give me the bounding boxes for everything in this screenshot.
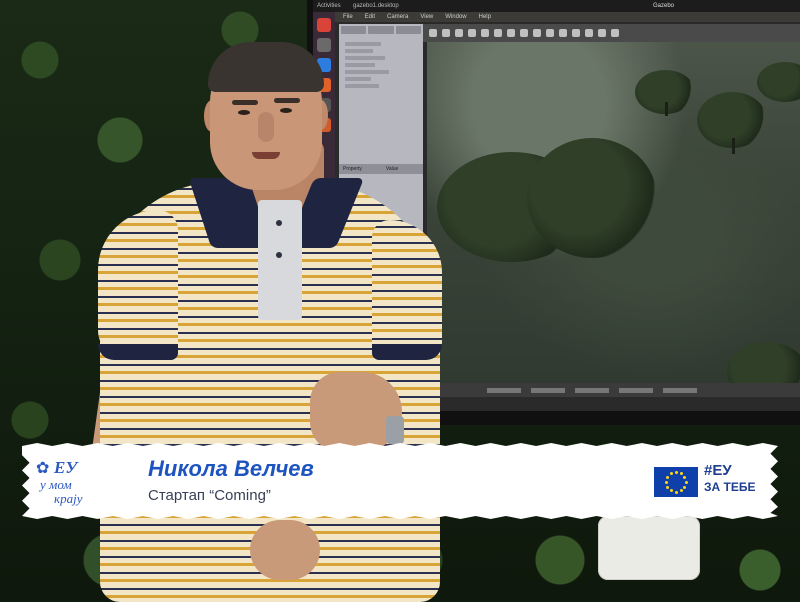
eu-star (664, 480, 668, 484)
logo-line-1: ЕУ (54, 458, 78, 477)
eu-star (674, 470, 678, 474)
flower-icon: ✿ (36, 460, 50, 477)
left-sleeve (98, 210, 178, 360)
eu-star (669, 471, 673, 475)
wristwatch (386, 416, 404, 444)
eu-star (674, 490, 678, 494)
eu-star (684, 480, 688, 484)
hashtag-line-1: #ЕУ (704, 462, 732, 479)
eu-star (679, 489, 683, 493)
nose (258, 112, 274, 142)
lower-third-banner: ✿ ЕУ у мом крају Никола Велчев Стартап “… (22, 443, 778, 519)
eyebrow (274, 98, 300, 103)
speaker-affiliation: Стартап “Coming” (148, 487, 271, 504)
eye (238, 110, 250, 115)
eu-flag-icon (654, 467, 698, 497)
shirt-placket (258, 200, 302, 320)
mouth (252, 152, 280, 159)
eye (280, 108, 292, 113)
eu-u-mom-kraju-logo: ✿ ЕУ у мом крају (34, 455, 124, 509)
eu-star (669, 489, 673, 493)
hair (208, 42, 324, 92)
eu-star (683, 485, 687, 489)
wifi-router (598, 516, 700, 580)
eu-star (679, 471, 683, 475)
eu-star (683, 475, 687, 479)
eu-star (665, 485, 669, 489)
lower-hand (250, 520, 320, 580)
speaker-name: Никола Велчев (148, 456, 314, 481)
logo-line-3: крају (54, 491, 83, 506)
eu-hashtag: #ЕУ ЗА ТЕБЕ (704, 463, 755, 495)
eu-star (665, 475, 669, 479)
eyebrow (232, 100, 258, 105)
right-sleeve (372, 220, 442, 360)
hashtag-line-2: ЗА ТЕБЕ (704, 480, 756, 494)
